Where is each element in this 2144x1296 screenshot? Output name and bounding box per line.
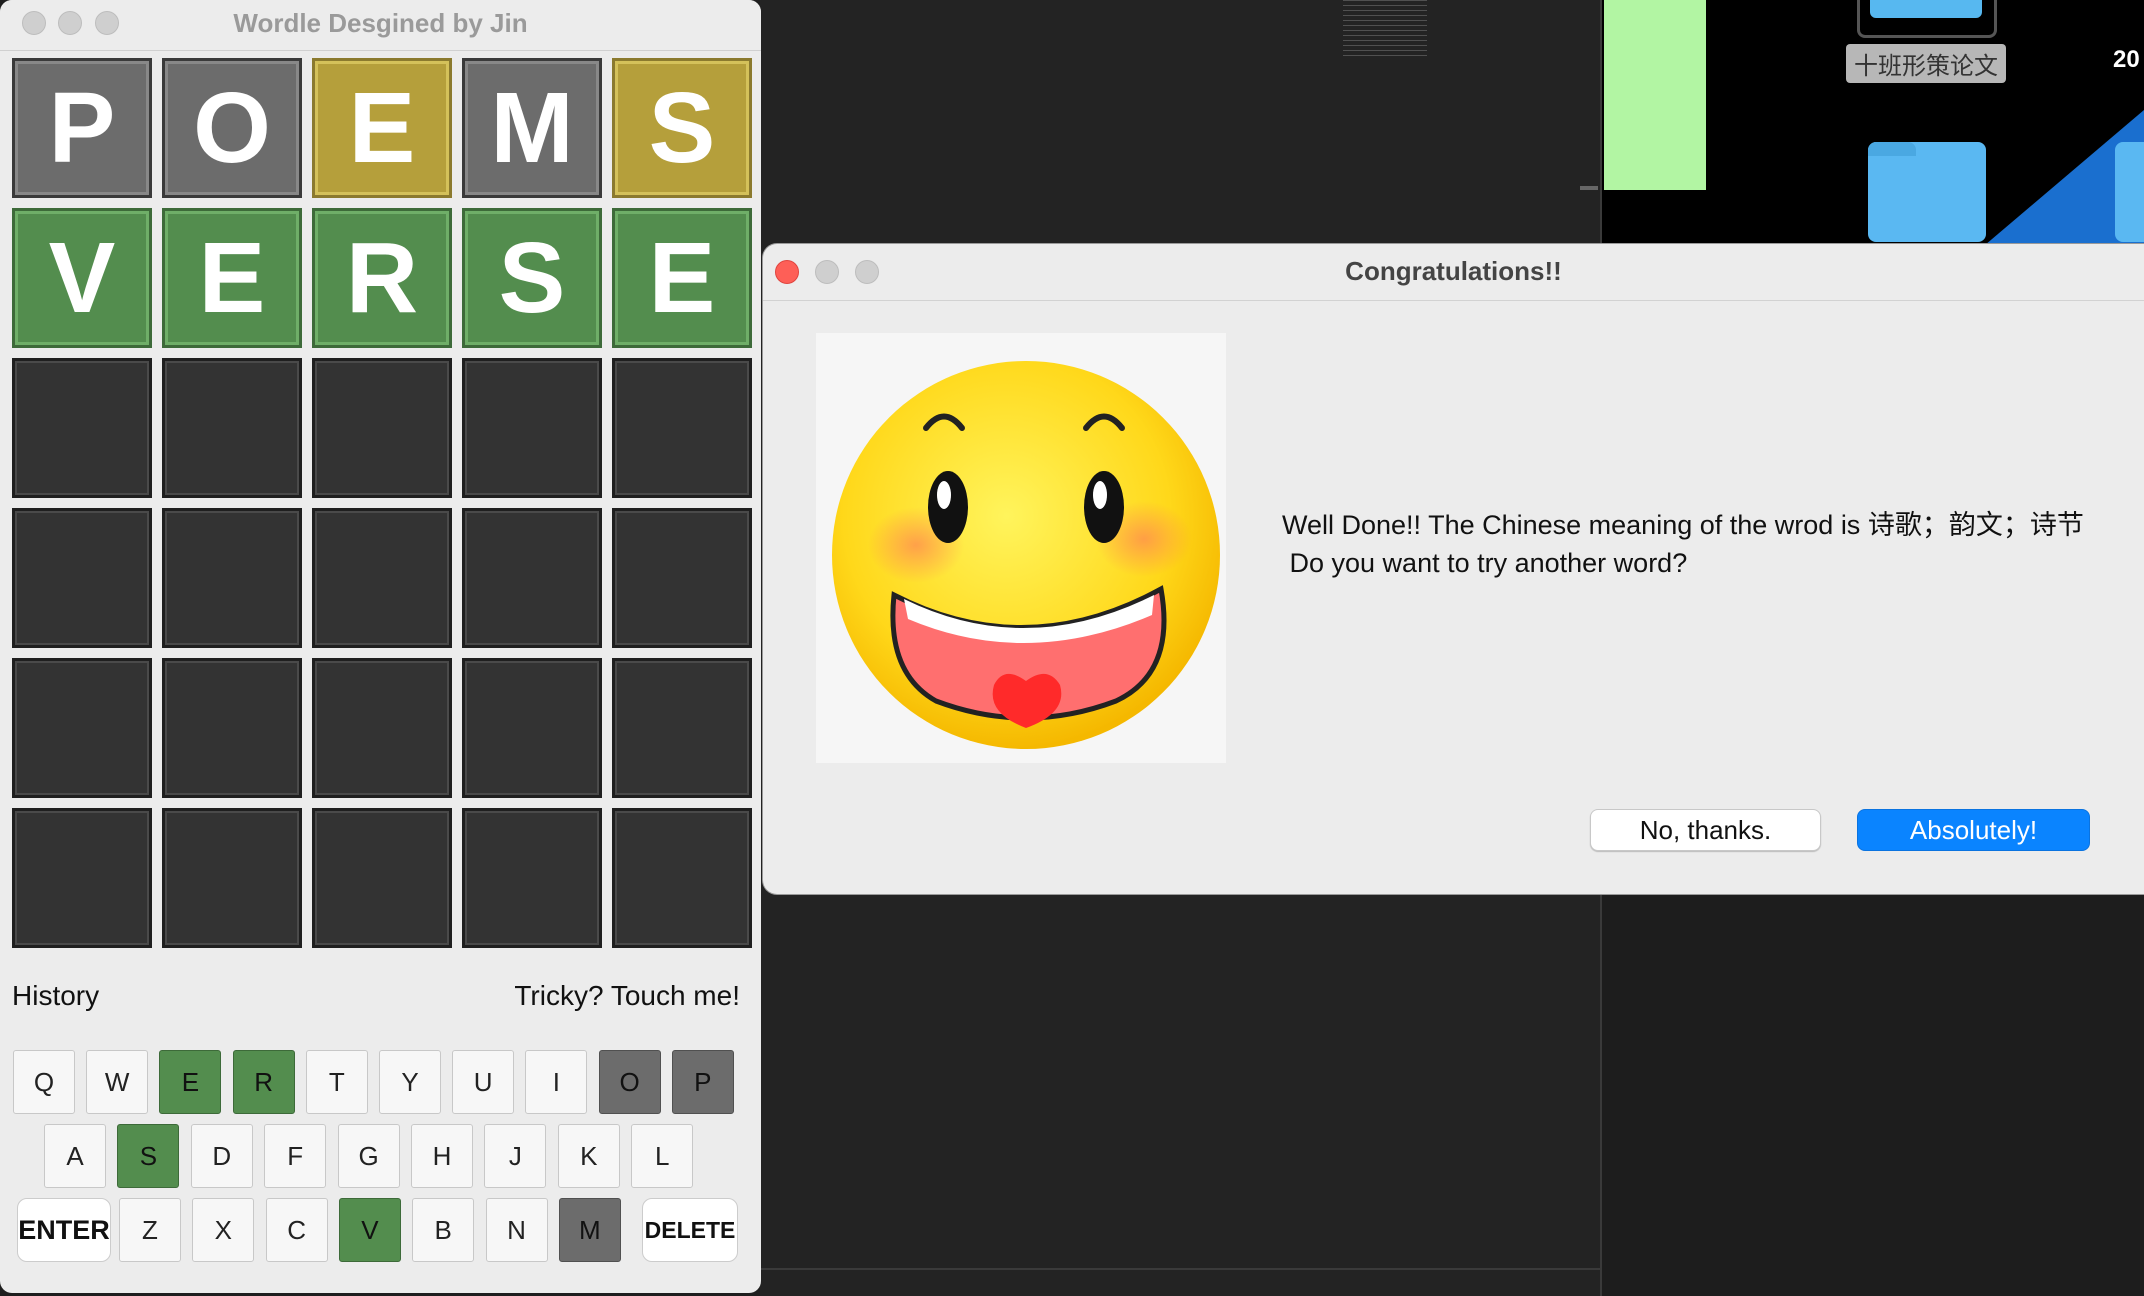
grid-tile: V: [12, 208, 152, 348]
grid-tile: [12, 658, 152, 798]
window-title: Wordle Desgined by Jin: [233, 8, 528, 38]
grid-tile: [462, 658, 602, 798]
grid-tile: O: [162, 58, 302, 198]
background-minimap: [1343, 0, 1427, 56]
key-a[interactable]: A: [44, 1124, 106, 1188]
smiley-face-icon: [832, 361, 1220, 749]
grid-tile: [612, 808, 752, 948]
grid-tile: [12, 358, 152, 498]
grid-tile: [162, 508, 302, 648]
key-n[interactable]: N: [485, 1198, 548, 1262]
desktop-folder-icon-3[interactable]: [2115, 142, 2144, 242]
grid-tile: [462, 808, 602, 948]
dialog-titlebar: Congratulations!!: [763, 244, 2144, 301]
key-enter[interactable]: ENTER: [17, 1198, 111, 1262]
key-i[interactable]: I: [525, 1050, 588, 1114]
key-y[interactable]: Y: [379, 1050, 441, 1114]
grid-tile: [612, 658, 752, 798]
desktop-number-fragment: 20: [2113, 46, 2140, 73]
grid-tile: [312, 808, 452, 948]
key-t[interactable]: T: [305, 1050, 368, 1114]
key-z[interactable]: Z: [119, 1198, 181, 1262]
congratulations-dialog: Congratulations!! Well Done!! The Chines…: [763, 244, 2144, 894]
desktop-folder-label[interactable]: 十班形策论文: [1846, 44, 2006, 83]
grid-tile: [162, 658, 302, 798]
grid-tile: [612, 358, 752, 498]
key-w[interactable]: W: [86, 1050, 149, 1114]
desktop-green-window: [1604, 0, 1706, 190]
grid-tile: [462, 508, 602, 648]
guess-grid: POEMSVERSE: [12, 58, 752, 948]
key-o[interactable]: O: [598, 1050, 661, 1114]
grid-tile: [162, 808, 302, 948]
key-u[interactable]: U: [452, 1050, 515, 1114]
hint-link[interactable]: Tricky? Touch me!: [514, 980, 740, 1012]
key-d[interactable]: D: [190, 1124, 253, 1188]
message-line-1: Well Done!! The Chinese meaning of the w…: [1282, 510, 2084, 540]
grid-tile: [12, 508, 152, 648]
key-k[interactable]: K: [557, 1124, 620, 1188]
key-q[interactable]: Q: [13, 1050, 75, 1114]
link-row: History Tricky? Touch me!: [12, 980, 740, 1020]
background-marker: [1580, 186, 1598, 212]
key-c[interactable]: C: [265, 1198, 328, 1262]
grid-tile: [12, 808, 152, 948]
key-delete[interactable]: DELETE: [642, 1198, 738, 1262]
absolutely-button[interactable]: Absolutely!: [1857, 809, 2090, 851]
grid-tile: S: [612, 58, 752, 198]
desktop-folder-selection: [1857, 0, 1997, 38]
key-j[interactable]: J: [484, 1124, 547, 1188]
key-x[interactable]: X: [192, 1198, 255, 1262]
grid-tile: M: [462, 58, 602, 198]
grid-tile: E: [312, 58, 452, 198]
background-statusbar-line: [760, 1268, 1600, 1270]
key-b[interactable]: B: [412, 1198, 475, 1262]
smiley-face-image: [816, 333, 1226, 763]
grid-tile: E: [162, 208, 302, 348]
no-thanks-button[interactable]: No, thanks.: [1590, 809, 1821, 851]
desktop-folder-tab: [1868, 142, 1916, 156]
wordle-window: Wordle Desgined by Jin POEMSVERSE Histor…: [0, 0, 761, 1293]
grid-tile: [162, 358, 302, 498]
grid-tile: [312, 358, 452, 498]
grid-tile: E: [612, 208, 752, 348]
key-g[interactable]: G: [337, 1124, 400, 1188]
key-m[interactable]: M: [558, 1198, 621, 1262]
grid-tile: [312, 658, 452, 798]
grid-tile: [612, 508, 752, 648]
history-link[interactable]: History: [12, 980, 99, 1012]
key-l[interactable]: L: [631, 1124, 694, 1188]
grid-tile: [312, 508, 452, 648]
grid-tile: R: [312, 208, 452, 348]
key-v[interactable]: V: [338, 1198, 401, 1262]
message-line-2: Do you want to try another word?: [1282, 548, 1688, 578]
key-p[interactable]: P: [671, 1050, 734, 1114]
grid-tile: S: [462, 208, 602, 348]
grid-tile: P: [12, 58, 152, 198]
wordle-titlebar: Wordle Desgined by Jin: [0, 0, 761, 51]
dialog-message: Well Done!! The Chinese meaning of the w…: [1282, 506, 2122, 582]
dialog-title: Congratulations!!: [1345, 256, 1562, 286]
key-f[interactable]: F: [264, 1124, 327, 1188]
key-h[interactable]: H: [411, 1124, 473, 1188]
grid-tile: [462, 358, 602, 498]
key-s[interactable]: S: [117, 1124, 180, 1188]
desktop-folder-icon-2[interactable]: [1868, 142, 1986, 242]
key-r[interactable]: R: [232, 1050, 295, 1114]
key-e[interactable]: E: [159, 1050, 222, 1114]
